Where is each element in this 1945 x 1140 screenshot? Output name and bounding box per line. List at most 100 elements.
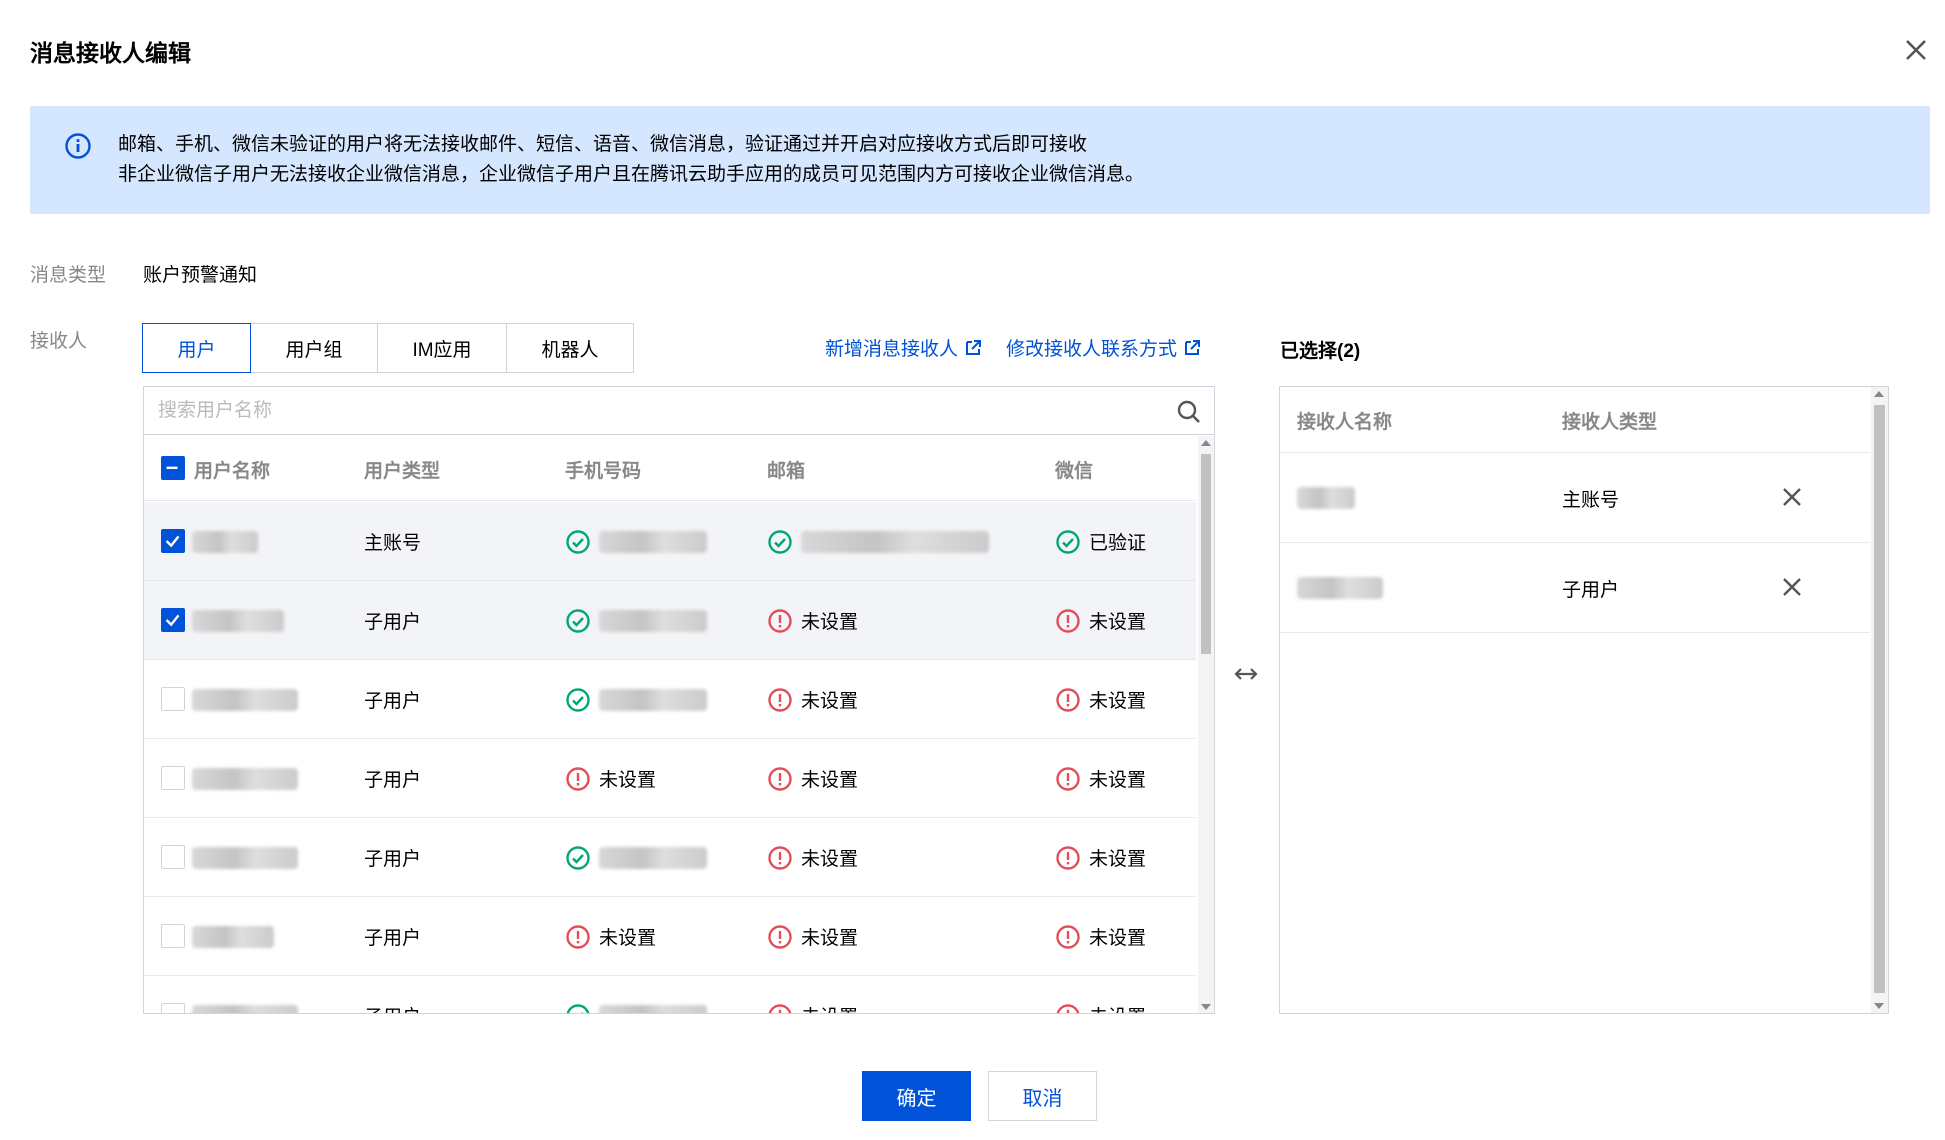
phone-status: 未设置: [565, 897, 656, 976]
error-circle-icon: [1056, 1003, 1080, 1013]
col-receiver-type: 接收人类型: [1562, 412, 1658, 433]
row-checkbox[interactable]: [161, 1003, 185, 1013]
col-username: 用户名称: [194, 461, 271, 482]
user-type: 子用户: [364, 928, 422, 949]
remove-icon[interactable]: [1780, 485, 1804, 509]
email-status-text: 未设置: [801, 849, 859, 870]
row-checkbox[interactable]: [161, 687, 185, 711]
edit-contact-link-label: 修改接收人联系方式: [1006, 339, 1178, 360]
user-type: 子用户: [364, 691, 422, 712]
wechat-status-text: 未设置: [1089, 928, 1147, 949]
wechat-status-text: 已验证: [1089, 533, 1147, 554]
email-status: 未设置: [767, 581, 858, 660]
receiver-label: 接收人: [30, 331, 88, 352]
remove-icon[interactable]: [1780, 575, 1804, 599]
scroll-up-icon[interactable]: [1874, 391, 1884, 397]
col-receiver-name: 接收人名称: [1297, 412, 1393, 433]
row-checkbox[interactable]: [161, 608, 185, 632]
email-status-text: 未设置: [801, 612, 859, 633]
table-row[interactable]: 子用户未设置 未设置: [144, 976, 1196, 1013]
username-redacted: [192, 502, 258, 581]
selected-type: 子用户: [1562, 579, 1620, 601]
col-wechat: 微信: [1055, 461, 1094, 482]
wechat-status: 未设置: [1055, 897, 1146, 976]
email-status: [767, 502, 989, 581]
tab-users[interactable]: 用户: [142, 323, 251, 373]
username-redacted: [192, 897, 274, 976]
table-header: 用户名称 用户类型 手机号码 邮箱 微信: [144, 436, 1196, 501]
msg-type-label: 消息类型: [30, 265, 107, 286]
email-status: 未设置: [767, 739, 858, 818]
error-circle-icon: [768, 687, 792, 712]
search-input[interactable]: [158, 395, 1138, 427]
row-checkbox[interactable]: [161, 924, 185, 948]
scroll-up-icon[interactable]: [1201, 440, 1211, 446]
close-icon[interactable]: [1902, 36, 1930, 64]
tab-im-apps[interactable]: IM应用: [377, 323, 507, 373]
scroll-down-icon[interactable]: [1874, 1003, 1884, 1009]
username-redacted: [192, 976, 298, 1013]
table-row[interactable]: 子用户 未设置 未设置: [144, 581, 1196, 660]
phone-status-text: 未设置: [599, 770, 657, 791]
table-row[interactable]: 子用户 未设置 未设置 未设置: [144, 897, 1196, 976]
selected-table-header: 接收人名称 接收人类型: [1280, 387, 1870, 453]
notice-line-2: 非企业微信子用户无法接收企业微信消息，企业微信子用户且在腾讯云助手应用的成员可见…: [118, 164, 1145, 185]
user-table-scrollbar[interactable]: [1198, 436, 1214, 1013]
email-status-text: 未设置: [801, 770, 859, 791]
tab-user-groups[interactable]: 用户组: [250, 323, 378, 373]
selected-list-scrollbar[interactable]: [1871, 387, 1888, 1013]
edit-contact-link[interactable]: 修改接收人联系方式: [1006, 334, 1201, 361]
msg-type-value: 账户预警通知: [143, 265, 258, 286]
search-icon[interactable]: [1176, 399, 1202, 425]
error-circle-icon: [768, 845, 792, 870]
select-all-checkbox[interactable]: [161, 456, 185, 480]
user-type: 子用户: [364, 770, 422, 791]
search-box: [144, 387, 1214, 435]
user-type: 子用户: [364, 976, 421, 1013]
error-circle-icon: [1056, 687, 1080, 712]
username-redacted: [192, 818, 298, 897]
info-icon: [65, 133, 91, 159]
check-icon: [165, 535, 180, 548]
cancel-button[interactable]: 取消: [988, 1071, 1097, 1121]
external-link-icon: [966, 339, 982, 355]
add-receiver-link-label: 新增消息接收人: [825, 339, 959, 360]
row-checkbox[interactable]: [161, 845, 185, 869]
external-link-icon: [1185, 339, 1201, 355]
wechat-status-text: 未设置: [1089, 612, 1147, 633]
wechat-status-text: 未设置: [1089, 849, 1147, 870]
wechat-status-text: 未设置: [1089, 691, 1147, 712]
row-checkbox[interactable]: [161, 529, 185, 553]
check-icon: [165, 614, 180, 627]
table-row[interactable]: 子用户 未设置 未设置 未设置: [144, 739, 1196, 818]
error-circle-icon: [1056, 924, 1080, 949]
table-row[interactable]: 子用户未设置未设置: [144, 660, 1196, 739]
check-circle-icon: [566, 1003, 590, 1013]
email-status: 未设置: [767, 818, 858, 897]
check-circle-icon: [566, 608, 590, 633]
phone-status: [565, 660, 707, 739]
error-circle-icon: [768, 766, 792, 791]
table-row[interactable]: 子用户未设置未设置: [144, 818, 1196, 897]
check-circle-icon: [566, 845, 590, 870]
col-user-type: 用户类型: [364, 461, 441, 482]
scroll-thumb[interactable]: [1201, 454, 1211, 654]
email-status-text: 未设置: [801, 1002, 858, 1013]
selected-title: 已选择(2): [1280, 341, 1361, 362]
username-redacted: [192, 660, 298, 739]
wechat-status: 已验证: [1055, 502, 1146, 581]
user-type: 子用户: [364, 612, 422, 633]
add-receiver-link[interactable]: 新增消息接收人: [825, 334, 982, 361]
wechat-status-text: 未设置: [1089, 1002, 1146, 1013]
confirm-button[interactable]: 确定: [862, 1071, 971, 1121]
scroll-down-icon[interactable]: [1201, 1004, 1211, 1010]
scroll-thumb[interactable]: [1874, 405, 1885, 993]
selected-name-redacted: [1297, 543, 1383, 633]
wechat-status-text: 未设置: [1089, 770, 1147, 791]
table-row[interactable]: 主账号 已验证: [144, 502, 1196, 581]
notice-line-1: 邮箱、手机、微信未验证的用户将无法接收邮件、短信、语音、微信消息，验证通过并开启…: [118, 134, 1088, 155]
email-status: 未设置: [767, 897, 858, 976]
check-circle-icon: [1056, 529, 1080, 554]
tab-robots[interactable]: 机器人: [506, 323, 634, 373]
row-checkbox[interactable]: [161, 766, 185, 790]
